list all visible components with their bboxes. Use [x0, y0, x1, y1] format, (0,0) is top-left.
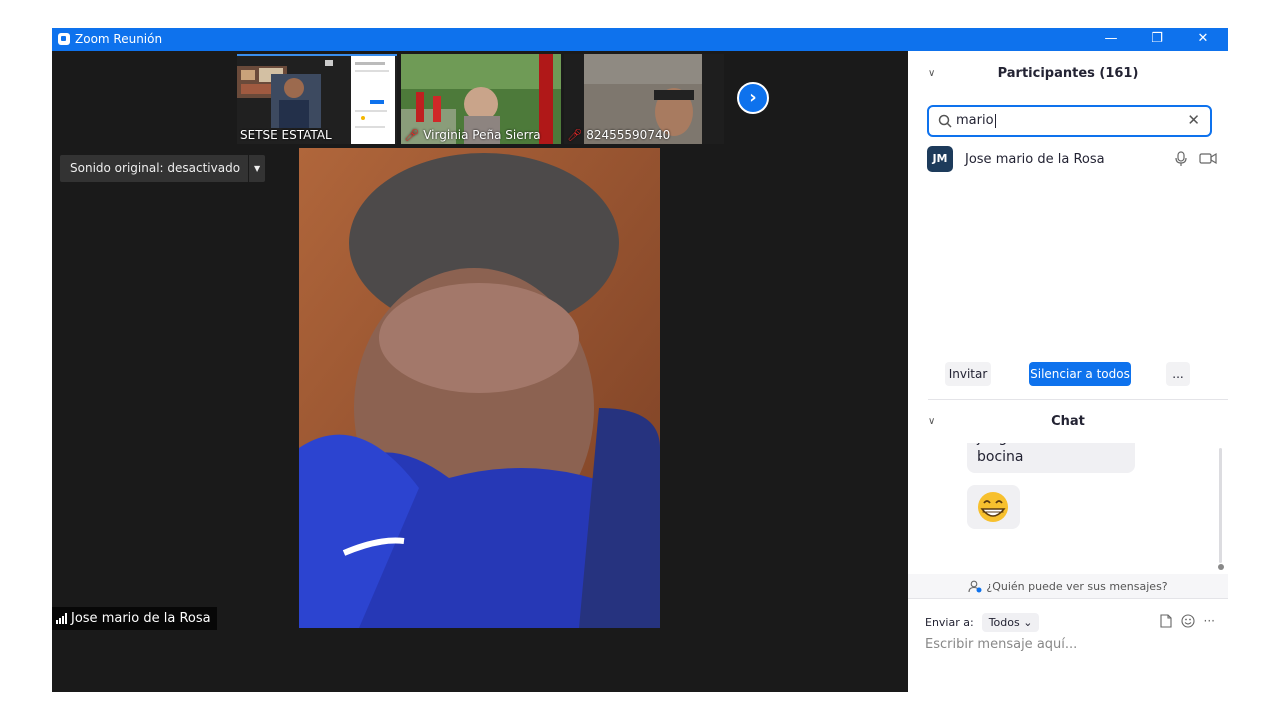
caret-down-icon[interactable]: ▼	[248, 155, 265, 182]
muted-mic-icon: 🎤︎	[404, 128, 420, 142]
signal-strength-icon	[56, 613, 67, 624]
muted-mic-icon: 🎤︎	[567, 128, 583, 142]
file-icon[interactable]	[1159, 614, 1172, 628]
grinning-face-emoji-icon	[978, 492, 1008, 522]
divider	[928, 399, 1228, 400]
active-speaker-video	[299, 148, 660, 628]
chat-header: Chat	[1051, 414, 1085, 429]
thumbnail-label: 🎤︎ Virginia Peña Sierra	[404, 128, 541, 142]
chat-message: juego de cubiertos o bocina	[967, 443, 1135, 473]
divider	[908, 598, 1228, 599]
side-panel: ∨ Participantes (161) mario ✕ JM Jose ma…	[908, 51, 1228, 692]
participant-name: Jose mario de la Rosa	[965, 151, 1105, 167]
thumbnail-setse-estatal[interactable]: SETSE ESTATAL	[237, 54, 397, 144]
microphone-icon[interactable]	[1175, 151, 1187, 167]
search-icon	[938, 114, 952, 128]
avatar: JM	[927, 146, 953, 172]
thumbnail-virginia[interactable]: 🎤︎ Virginia Peña Sierra	[401, 54, 561, 144]
invite-button[interactable]: Invitar	[945, 362, 991, 386]
who-can-see-link[interactable]: ¿Quién puede ver sus mensajes?	[908, 574, 1228, 598]
video-area: SETSE ESTATAL 🎤︎ Virginia Peña Sierra 🎤︎…	[52, 51, 908, 692]
participant-row[interactable]: JM Jose mario de la Rosa	[927, 146, 1217, 172]
chat-scrollbar[interactable]	[1219, 448, 1222, 563]
chat-messages[interactable]: juego de cubiertos o bocina	[908, 443, 1228, 573]
participants-header: Participantes (161)	[997, 66, 1139, 81]
restore-button[interactable]: ❐	[1134, 28, 1180, 51]
chat-message-input[interactable]: Escribir mensaje aquí...	[925, 637, 1077, 652]
send-to-dropdown[interactable]: Todos ⌄	[981, 612, 1040, 632]
chevron-right-icon: ›	[749, 87, 757, 108]
chevron-down-icon: ⌄	[1023, 615, 1033, 629]
mute-all-button[interactable]: Silenciar a todos	[1029, 362, 1131, 386]
zoom-window: Zoom Reunión — ❐ ✕ SETSE ESTATAL 🎤︎ Virg…	[52, 28, 1228, 692]
thumbnail-label: 🎤︎ 82455590740	[567, 128, 671, 142]
original-sound-button[interactable]: Sonido original: desactivado ▼	[60, 155, 266, 182]
send-to-row: Enviar a: Todos ⌄ ···	[925, 610, 1215, 634]
minimize-button[interactable]: —	[1088, 28, 1134, 51]
window-title: Zoom Reunión	[75, 32, 163, 46]
emoji-picker-icon[interactable]	[1180, 614, 1195, 628]
close-button[interactable]: ✕	[1180, 28, 1226, 51]
speaker-video-image	[299, 148, 660, 628]
emoji-message	[967, 485, 1020, 529]
thumbnail-label: SETSE ESTATAL	[240, 128, 332, 142]
person-visibility-icon	[968, 580, 982, 592]
zoom-app-icon	[58, 33, 70, 45]
thumbnail-82455590740[interactable]: 🎤︎ 82455590740	[564, 54, 724, 144]
chat-scrollbar-thumb[interactable]	[1218, 564, 1224, 570]
title-bar: Zoom Reunión — ❐ ✕	[52, 28, 1228, 51]
send-to-label: Enviar a:	[925, 615, 974, 629]
more-options-button[interactable]: ...	[1166, 362, 1190, 386]
participant-search-input[interactable]: mario ✕	[927, 105, 1212, 137]
video-camera-icon[interactable]	[1199, 151, 1217, 165]
clear-search-icon[interactable]: ✕	[1187, 111, 1200, 129]
more-icon[interactable]: ···	[1204, 614, 1215, 628]
active-speaker-label: Jose mario de la Rosa	[52, 607, 217, 630]
next-page-button[interactable]: ›	[737, 82, 769, 114]
